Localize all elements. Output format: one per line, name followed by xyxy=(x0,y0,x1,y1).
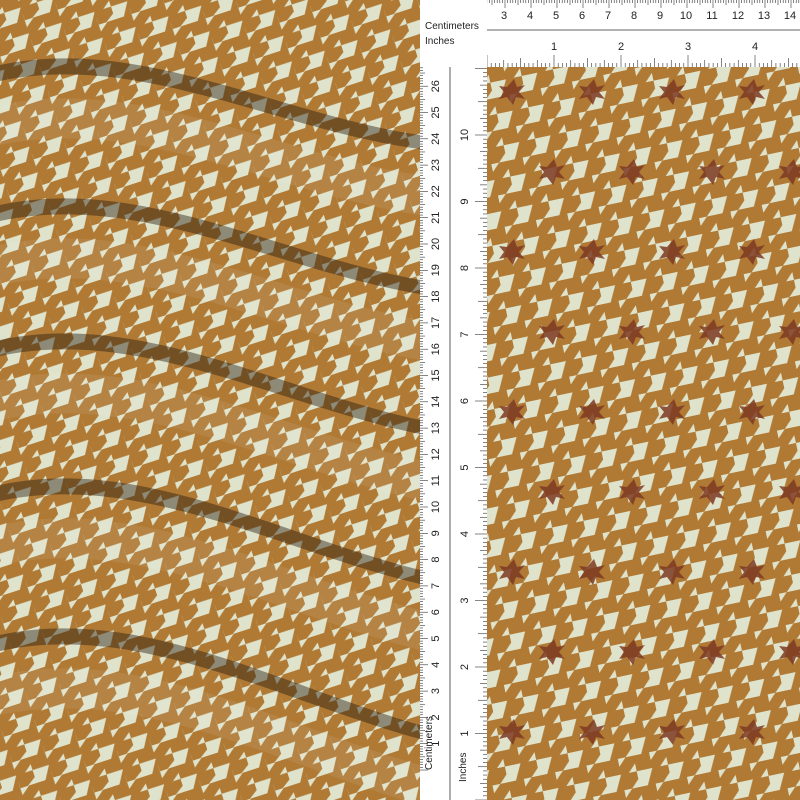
left-cm-number: 11 xyxy=(430,475,442,486)
top-cm-number: 6 xyxy=(579,10,585,22)
draped-fabric-photo xyxy=(0,0,420,800)
left-cm-number: 17 xyxy=(430,317,442,329)
top-cm-number: 13 xyxy=(758,10,770,22)
top-cm-number: 8 xyxy=(631,10,637,22)
top-cm-number: 9 xyxy=(657,10,663,22)
left-cm-number: 24 xyxy=(430,133,442,145)
left-inch-number: 8 xyxy=(459,265,471,271)
left-cm-number: 15 xyxy=(430,369,442,381)
flat-fabric-swatch xyxy=(487,67,800,800)
left-cm-number: 9 xyxy=(430,530,442,536)
product-image: 123456789101112131412345 123456789101112… xyxy=(0,0,800,800)
left-ruler: 1 2 3 4 5 6 7 8 9 10 11 12 13 14 15 16 17 18 19 20 21 22 23 24 2… xyxy=(420,0,487,800)
left-cm-number: 19 xyxy=(430,264,442,276)
left-inch-number: 6 xyxy=(459,398,471,404)
left-inch-number: 3 xyxy=(459,597,471,603)
top-cm-number: 14 xyxy=(784,10,796,22)
top-inch-number: 4 xyxy=(752,41,758,53)
left-inch-number: 2 xyxy=(459,664,471,670)
top-inch-number: 1 xyxy=(551,41,557,53)
left-cm-number: 16 xyxy=(430,343,442,355)
left-cm-number: 6 xyxy=(430,609,442,615)
ruler-corner xyxy=(420,0,487,67)
top-cm-number: 12 xyxy=(732,10,744,22)
left-cm-number: 12 xyxy=(430,448,442,460)
left-cm-number: 14 xyxy=(430,396,442,408)
top-cm-number: 4 xyxy=(527,10,533,22)
top-centimeters-label: Centimeters xyxy=(425,21,479,32)
left-inch-number: 9 xyxy=(459,198,471,204)
top-cm-number: 11 xyxy=(706,10,717,22)
top-cm-number: 3 xyxy=(501,10,507,22)
left-cm-number: 7 xyxy=(430,583,442,589)
left-inch-number: 10 xyxy=(459,129,471,141)
left-inch-number: 4 xyxy=(459,531,471,537)
left-centimeters-label: Centimeters xyxy=(424,716,435,770)
left-cm-number: 18 xyxy=(430,290,442,302)
left-cm-number: 25 xyxy=(430,106,442,118)
left-cm-number: 13 xyxy=(430,422,442,434)
left-cm-number: 23 xyxy=(430,159,442,171)
left-inch-number: 5 xyxy=(459,464,471,470)
top-cm-number: 7 xyxy=(605,10,611,22)
left-cm-number: 21 xyxy=(430,212,442,224)
left-inches-label: Inches xyxy=(458,752,469,782)
top-inch-number: 2 xyxy=(618,41,624,53)
top-cm-number: 5 xyxy=(553,10,559,22)
left-cm-number: 22 xyxy=(430,185,442,197)
top-inches-label: Inches xyxy=(425,36,455,47)
left-cm-number: 5 xyxy=(430,635,442,641)
left-inch-number: 1 xyxy=(459,730,471,736)
left-cm-number: 26 xyxy=(430,80,442,92)
left-cm-number: 3 xyxy=(430,688,442,694)
top-inch-number: 3 xyxy=(685,41,691,53)
left-cm-number: 10 xyxy=(430,501,442,513)
left-cm-number: 8 xyxy=(430,557,442,563)
top-cm-number: 10 xyxy=(680,10,692,22)
left-cm-number: 20 xyxy=(430,238,442,250)
draped-fabric-graphic xyxy=(0,0,420,800)
flat-houndstooth-graphic xyxy=(487,67,800,800)
left-cm-number: 4 xyxy=(430,662,442,668)
left-inch-number: 7 xyxy=(459,331,471,337)
